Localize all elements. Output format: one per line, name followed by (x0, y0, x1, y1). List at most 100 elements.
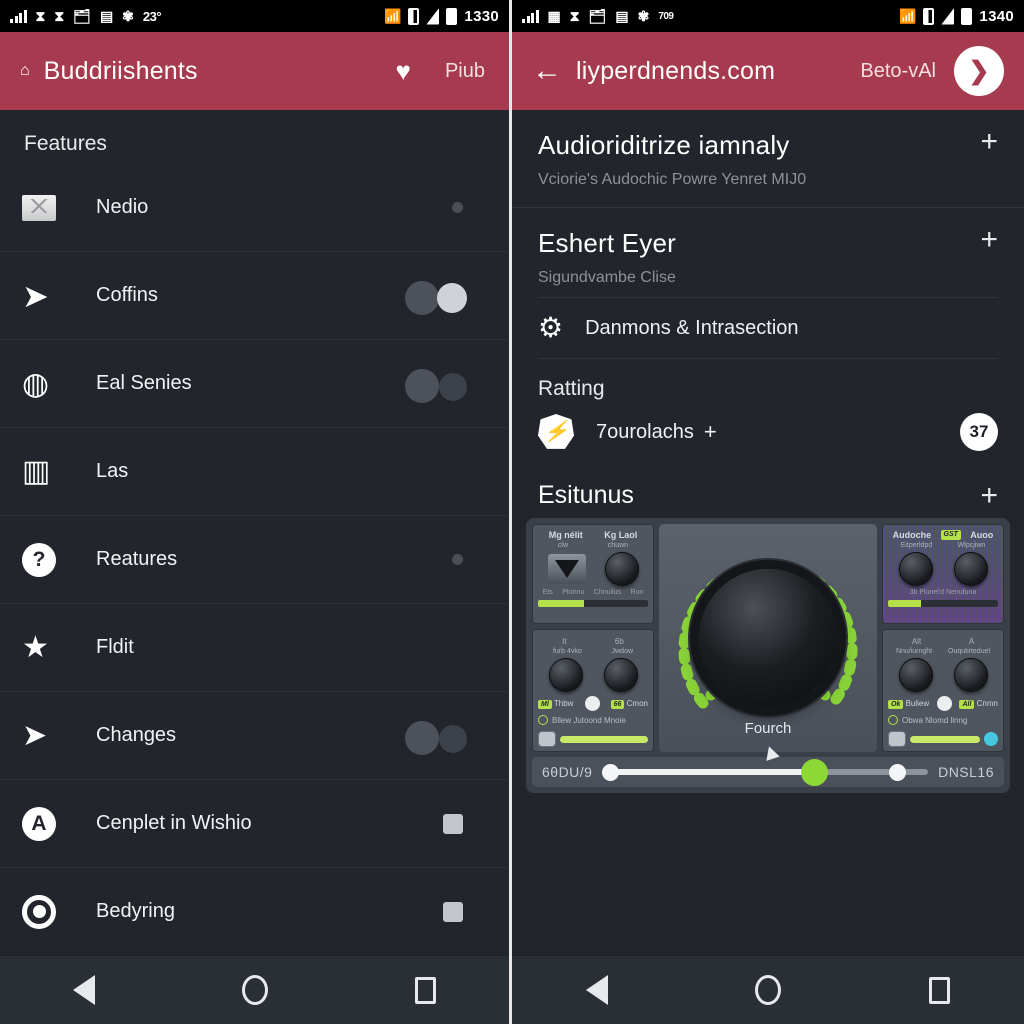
list-item[interactable]: ▥ Las (0, 428, 509, 516)
audio-mixer-widget[interactable]: Mg nélit Kg Laol clw chuwn Ets Ptonnu Ch… (526, 518, 1010, 793)
recents-square-icon[interactable] (414, 976, 436, 1004)
left-phone-pane: ⧗ ⧗ 🗂 ▤ ✾ 23° 📶 1330 ⌂ Buddriishents ♥ P… (0, 0, 512, 1024)
main-knob[interactable] (699, 569, 837, 707)
knob-control[interactable] (953, 552, 988, 586)
content-block[interactable]: Eshert Eyer + Sigundvambe Clise (512, 208, 1024, 297)
footer-label: Ets (542, 589, 553, 596)
section-header-ratting: Ratting (538, 377, 605, 400)
mixer-card-top-left[interactable]: Mg nélit Kg Laol clw chuwn Ets Ptonnu Ch… (532, 524, 654, 624)
toggle-switch[interactable] (405, 280, 467, 315)
list-item-trailing[interactable] (452, 202, 487, 213)
knob-control[interactable] (604, 552, 639, 586)
hourglass-icon: ⧗ (35, 8, 46, 24)
ratting-add-button[interactable]: + (694, 419, 717, 445)
list-item-trailing[interactable] (405, 280, 487, 315)
mixer-card-bottom-left[interactable]: It 6b furb 4vko Jwdow Ml Thbw 66 Cmon Bl… (532, 629, 654, 752)
indicator-dot[interactable] (584, 696, 600, 711)
mixer-slider[interactable] (538, 731, 648, 747)
mixer-knob-pair[interactable] (538, 552, 648, 586)
appbar-action-label[interactable]: Piub (445, 60, 485, 83)
right-content: Audioriditrize iamnaly + Vciorie's Audoc… (512, 110, 1024, 955)
home-circle-icon[interactable] (755, 975, 782, 1005)
slider-track[interactable] (560, 735, 648, 743)
content-block[interactable]: Audioriditrize iamnaly + Vciorie's Audoc… (512, 110, 1024, 208)
slice-icon[interactable] (952, 751, 970, 752)
appbar-action-label[interactable]: Beto-vAl (860, 60, 936, 83)
add-button[interactable]: + (968, 127, 998, 157)
chart-icon: ▥ (22, 455, 51, 488)
gear-flower-icon: ✾ (122, 8, 134, 24)
signal-bars-icon (522, 9, 539, 23)
list-item-trailing[interactable] (443, 901, 487, 922)
calendar-icon: ▦ (547, 8, 561, 24)
mixer-slice-row[interactable]: Sluce (888, 747, 998, 752)
indicator-dot[interactable] (936, 696, 952, 711)
settings-row[interactable]: ⚙ Danmons & Intrasection (538, 297, 998, 359)
recents-square-icon[interactable] (929, 976, 951, 1004)
knob-control[interactable] (953, 658, 988, 692)
mixer-slider[interactable] (888, 731, 998, 747)
main-knob-assembly[interactable]: Fourch (675, 545, 861, 761)
master-slider-bar[interactable]: 6θDU/9 DNSL16 (532, 757, 1004, 787)
list-item-trailing[interactable] (443, 813, 487, 834)
list-item-trailing[interactable] (452, 554, 487, 565)
slider-end-handle[interactable] (984, 732, 998, 746)
list-item[interactable]: ➤ Coffins (0, 252, 509, 340)
section-header-features: Features (24, 132, 107, 155)
toggle-switch[interactable] (405, 368, 467, 403)
knob-control[interactable] (548, 658, 583, 692)
back-triangle-icon[interactable] (585, 975, 608, 1005)
list-item-label: Changes (96, 724, 177, 746)
slider-handle-max[interactable] (889, 763, 906, 781)
list-item[interactable]: A Cenplet in Wishio (0, 780, 509, 868)
back-arrow-icon[interactable]: ← (532, 56, 562, 86)
mixer-card-top-right[interactable]: Audoche GST Auoo Eitperldpd Wlpcjiwn 3b … (882, 524, 1004, 624)
card-title-a: Alt (911, 637, 922, 646)
mixer-knob-pair[interactable] (888, 658, 998, 692)
list-item[interactable]: ◍ Eal Senies (0, 340, 509, 428)
slice-icon[interactable] (564, 751, 582, 752)
slider-handle[interactable] (888, 731, 906, 747)
home-icon[interactable]: ⌂ (20, 62, 30, 80)
master-slider[interactable] (602, 758, 929, 786)
list-item[interactable]: ➤ Changes (0, 692, 509, 780)
toggle-switch[interactable] (405, 720, 467, 755)
list-item-trailing[interactable] (405, 720, 487, 755)
slider-handle-min[interactable] (602, 763, 620, 781)
right-phone-pane: ▦ ⧗ 🗂 ▤ ✾ 709 📶 1340 ← liyperdnends.com (512, 0, 1024, 1024)
knob-control[interactable] (898, 552, 933, 586)
mixer-center-panel[interactable]: Fourch (659, 524, 877, 761)
card-sub-b: chuwn (607, 542, 629, 549)
knob-control[interactable] (603, 658, 638, 692)
tag-label: Thbw (553, 699, 574, 708)
list-item[interactable]: ? Reatures (0, 516, 509, 604)
slider-track[interactable] (910, 735, 980, 743)
radio-button[interactable] (538, 715, 548, 725)
mixer-left-column: Mg nélit Kg Laol clw chuwn Ets Ptonnu Ch… (532, 524, 654, 752)
back-triangle-icon[interactable] (73, 975, 96, 1005)
knob-control[interactable] (898, 658, 933, 692)
heart-icon[interactable]: ♥ (396, 58, 411, 84)
list-item-trailing[interactable] (405, 368, 487, 403)
list-item[interactable]: Bedyring (0, 868, 509, 955)
radio-button[interactable] (888, 715, 898, 725)
chevron-right-icon[interactable]: ❯ (954, 46, 1004, 96)
list-item[interactable]: ★ Fldit (0, 604, 509, 692)
list-item[interactable]: Nedio (0, 164, 509, 252)
home-circle-icon[interactable] (241, 975, 268, 1005)
mixer-slice-row[interactable]: Sirpce (538, 747, 648, 752)
card-title-a: Mg nélit (548, 530, 583, 540)
esitunus-add-button[interactable]: + (968, 480, 998, 510)
slider-handle[interactable] (538, 731, 556, 747)
mixer-card-bottom-right[interactable]: Alt A Nnu/iurnght Ouqutirteduel Ok Bulie… (882, 629, 1004, 752)
checkbox[interactable] (443, 901, 463, 922)
slider-handle-current[interactable] (801, 758, 829, 786)
add-button[interactable]: + (968, 225, 998, 255)
ratting-row[interactable]: ⚡ 7ourolachs + 37 (512, 405, 1024, 467)
block-subtitle: Vciorie's Audochic Powre Yenret MIJ0 (538, 171, 807, 188)
folder-icon: 🗂 (73, 8, 91, 24)
fader-icon[interactable] (547, 554, 586, 584)
checkbox[interactable] (443, 813, 463, 834)
mixer-knob-pair[interactable] (538, 658, 648, 692)
mixer-knob-pair[interactable] (888, 552, 998, 586)
